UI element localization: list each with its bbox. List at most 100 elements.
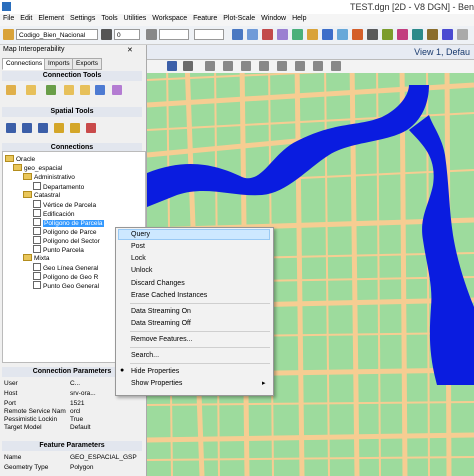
menu-item-post[interactable]: Post <box>131 242 145 251</box>
panel-title: Map Interoperability <box>3 46 65 53</box>
param-locking-value[interactable]: True <box>70 416 83 423</box>
database-icon <box>13 164 22 171</box>
open-connection-icon[interactable] <box>26 85 36 95</box>
tree-node-catastral[interactable]: Catastral <box>23 191 60 200</box>
attributes-icon[interactable] <box>277 29 288 40</box>
folder-icon <box>23 173 32 180</box>
param-geometry-value[interactable]: Polygon <box>70 464 94 471</box>
view-next-icon[interactable] <box>331 61 341 71</box>
more-icon[interactable] <box>457 29 468 40</box>
menu-item-discard-changes[interactable]: Discard Changes <box>131 279 185 288</box>
menu-item-hide-properties[interactable]: Hide Properties <box>131 367 179 376</box>
menu-file[interactable]: File <box>0 14 17 22</box>
menu-settings[interactable]: Settings <box>67 14 98 22</box>
copy-icon[interactable] <box>307 29 318 40</box>
color-icon[interactable] <box>101 29 112 40</box>
view-previous-icon[interactable] <box>313 61 323 71</box>
spatial-query-icon[interactable] <box>6 123 16 133</box>
remove-features-icon[interactable] <box>86 123 96 133</box>
line-weight-combo[interactable] <box>194 29 224 40</box>
snap-icon[interactable] <box>367 29 378 40</box>
main-toolbar: Codigo_Bien_Nacional 0 <box>0 26 474 45</box>
feature-class-icon <box>33 263 41 271</box>
grid-icon[interactable] <box>95 85 105 95</box>
menu-window[interactable]: Window <box>258 14 289 22</box>
tab-imports[interactable]: Imports <box>44 58 74 70</box>
select-icon[interactable] <box>232 29 243 40</box>
rotate-view-icon[interactable] <box>277 61 287 71</box>
view-attributes-icon[interactable] <box>167 61 177 71</box>
line-style-icon[interactable] <box>146 29 157 40</box>
param-host-value[interactable]: srv-ora... <box>70 390 96 397</box>
lock-icon[interactable] <box>54 123 64 133</box>
menu-item-erase-cached[interactable]: Erase Cached Instances <box>131 291 207 300</box>
connect-icon[interactable] <box>46 85 56 95</box>
window-area-icon[interactable] <box>241 61 251 71</box>
save-connection-icon[interactable] <box>80 85 90 95</box>
menu-item-lock[interactable]: Lock <box>131 254 146 263</box>
param-user-value[interactable]: C... <box>70 380 80 387</box>
move-icon[interactable] <box>292 29 303 40</box>
menu-item-remove-features[interactable]: Remove Features... <box>131 335 192 344</box>
param-host-key: Host <box>4 390 18 397</box>
close-icon[interactable]: ✕ <box>127 46 133 54</box>
zoom-in-icon[interactable] <box>205 61 215 71</box>
menu-edit[interactable]: Edit <box>17 14 35 22</box>
level-combo[interactable]: 0 <box>114 29 140 40</box>
tree-node-administrativo[interactable]: Administrativo <box>23 173 75 182</box>
tab-connections[interactable]: Connections <box>2 58 47 70</box>
menu-item-streaming-off[interactable]: Data Streaming Off <box>131 319 191 328</box>
scale-icon[interactable] <box>337 29 348 40</box>
update-view-icon[interactable] <box>183 61 193 71</box>
unlock-icon[interactable] <box>70 123 80 133</box>
feature-icon[interactable] <box>3 29 14 40</box>
menu-utilities[interactable]: Utilities <box>121 14 150 22</box>
view-title-bar: View 1, Defau <box>147 45 474 60</box>
settings-icon[interactable] <box>427 29 438 40</box>
line-style-combo[interactable] <box>159 29 189 40</box>
menu-plot-scale[interactable]: Plot-Scale <box>220 14 258 22</box>
references-icon[interactable] <box>397 29 408 40</box>
folder-icon[interactable] <box>64 85 74 95</box>
fence-icon[interactable] <box>247 29 258 40</box>
tree-node-punto-geo[interactable]: Punto Geo General <box>33 281 99 291</box>
param-name-value[interactable]: GEO_ESPACIAL_GSP <box>70 454 137 461</box>
tree-node-schema[interactable]: geo_espacial <box>13 164 62 173</box>
delete-icon[interactable] <box>262 29 273 40</box>
param-service-value[interactable]: orcl <box>70 408 80 415</box>
connection-tools-header: Connection Tools <box>2 71 142 81</box>
param-port-value[interactable]: 1521 <box>70 400 84 407</box>
menu-item-unlock[interactable]: Unlock <box>131 266 152 275</box>
menu-separator <box>130 347 270 348</box>
level-manager-icon[interactable] <box>382 29 393 40</box>
zoom-out-icon[interactable] <box>223 61 233 71</box>
measure-icon[interactable] <box>352 29 363 40</box>
param-model-value[interactable]: Default <box>70 424 91 431</box>
menu-feature[interactable]: Feature <box>190 14 220 22</box>
tab-exports[interactable]: Exports <box>72 58 103 70</box>
menu-element[interactable]: Element <box>35 14 67 22</box>
tree-node-oracle[interactable]: Oracle <box>5 155 35 164</box>
feature-combo[interactable]: Codigo_Bien_Nacional <box>16 29 98 40</box>
menu-workspace[interactable]: Workspace <box>149 14 190 22</box>
edit-connection-icon[interactable] <box>112 85 122 95</box>
tree-node-mixta[interactable]: Mixta <box>23 254 50 263</box>
param-model-key: Target Model <box>4 424 42 431</box>
menu-item-query[interactable]: Query <box>131 230 150 239</box>
pan-view-icon[interactable] <box>295 61 305 71</box>
spatial-fence-icon[interactable] <box>22 123 32 133</box>
spatial-view-icon[interactable] <box>38 123 48 133</box>
new-connection-icon[interactable] <box>6 85 16 95</box>
menu-help[interactable]: Help <box>289 14 309 22</box>
fit-view-icon[interactable] <box>259 61 269 71</box>
rotate-icon[interactable] <box>322 29 333 40</box>
submenu-arrow-icon: ▸ <box>262 380 266 387</box>
menu-item-streaming-on[interactable]: Data Streaming On <box>131 307 191 316</box>
feature-class-icon <box>33 227 41 235</box>
help-icon[interactable] <box>442 29 453 40</box>
raster-icon[interactable] <box>412 29 423 40</box>
spatial-tools-header: Spatial Tools <box>2 107 142 117</box>
menu-item-search[interactable]: Search... <box>131 351 159 360</box>
menu-item-show-properties[interactable]: Show Properties <box>131 379 182 388</box>
menu-tools[interactable]: Tools <box>98 14 120 22</box>
